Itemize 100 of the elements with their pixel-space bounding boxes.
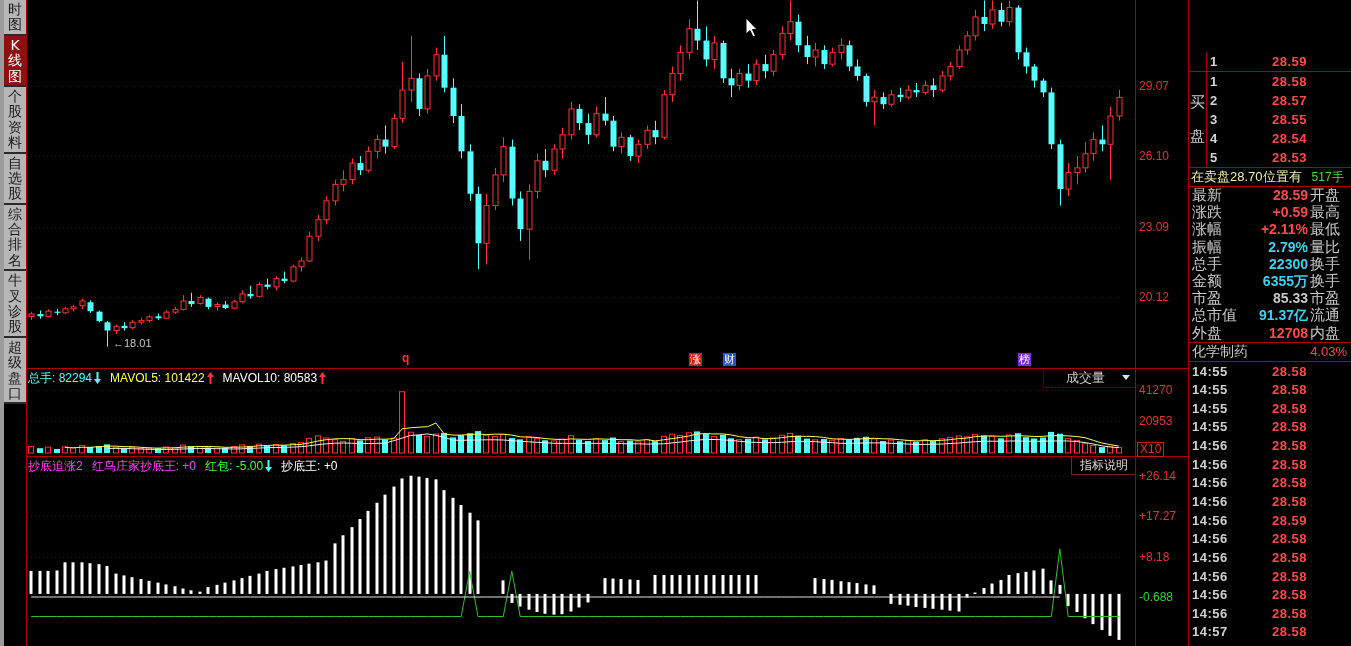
stat-label: 最高	[1309, 204, 1341, 222]
legend-value: 抄底王: +0	[281, 459, 338, 473]
sidebar-tab[interactable]: 自选股	[4, 153, 26, 205]
candlestick	[694, 0, 701, 51]
event-badge: 榜	[1018, 353, 1031, 366]
bar	[982, 588, 986, 594]
bar	[897, 441, 903, 453]
bar	[433, 433, 439, 454]
stat-label: 流通	[1309, 307, 1341, 325]
bar	[1065, 438, 1071, 454]
bar	[55, 570, 59, 594]
bar	[603, 578, 607, 594]
candlestick	[1023, 47, 1030, 75]
candlestick	[736, 68, 743, 91]
indicator-dropdown[interactable]: 成交量	[1043, 369, 1135, 388]
bar	[847, 582, 851, 594]
stat-value: 28.59	[1272, 187, 1308, 205]
bar	[79, 445, 85, 454]
bar	[38, 570, 42, 594]
bar	[1117, 593, 1121, 640]
bar	[28, 445, 34, 454]
bar	[306, 437, 312, 454]
trade-time: 14:56	[1192, 512, 1229, 528]
candlestick	[652, 120, 659, 145]
candlestick	[104, 320, 111, 348]
sidebar-tab[interactable]: 超级盘口	[4, 337, 26, 405]
sidebar-tab[interactable]: 时图	[4, 0, 26, 36]
bar	[383, 494, 387, 594]
stat-label: 换手	[1309, 255, 1341, 273]
candlestick	[357, 155, 364, 176]
bar	[1007, 574, 1011, 594]
trade-time: 14:56	[1192, 438, 1229, 454]
sidebar-tab[interactable]: K线图	[4, 35, 26, 87]
bar	[998, 438, 1004, 453]
bar	[29, 570, 33, 594]
event-badge: 财	[723, 353, 736, 366]
event-badge: 涨	[689, 353, 702, 366]
bar	[46, 570, 50, 594]
trade-price: 28.59	[1271, 512, 1307, 528]
bar	[517, 439, 523, 453]
order-notice: 在卖盘28.70位置有	[1191, 168, 1302, 186]
sidebar-tab[interactable]: 个股资料	[4, 86, 26, 154]
caret-icon	[1122, 375, 1130, 380]
bar	[63, 562, 67, 594]
candlestick	[1065, 162, 1072, 197]
candlestick	[618, 131, 625, 155]
candlestick	[998, 2, 1005, 27]
bar	[350, 527, 354, 594]
bar	[872, 585, 876, 594]
bar	[787, 432, 793, 454]
stat-label: 外盘	[1192, 324, 1223, 342]
bar	[483, 434, 489, 454]
trade-price: 28.58	[1271, 438, 1307, 454]
bar	[138, 448, 144, 454]
bar	[930, 440, 936, 453]
bar	[349, 438, 355, 454]
trade-time: 14:56	[1192, 494, 1229, 509]
candlestick	[762, 54, 769, 79]
candlestick	[770, 49, 777, 77]
order-price: 28.57	[1271, 93, 1307, 108]
bar	[298, 442, 304, 454]
bar	[340, 440, 346, 454]
stat-label: 换手	[1309, 273, 1341, 291]
stat-value: 6355万	[1262, 273, 1308, 291]
bar	[839, 581, 843, 594]
indicator-help-button[interactable]: 指标说明	[1071, 457, 1135, 475]
order-price: 28.55	[1271, 112, 1307, 127]
bar	[1006, 434, 1012, 454]
bar	[1075, 593, 1079, 612]
bar	[129, 446, 135, 454]
bar	[248, 575, 252, 594]
bar	[189, 590, 193, 594]
trade-price: 28.58	[1271, 419, 1307, 435]
bar	[323, 437, 329, 454]
trade-time: 14:56	[1192, 549, 1229, 565]
candlestick	[686, 18, 693, 60]
bar	[374, 436, 380, 454]
bar	[416, 434, 422, 453]
bar	[130, 577, 134, 594]
bar	[653, 574, 657, 594]
trade-time: 14:55	[1192, 400, 1229, 416]
bar	[409, 475, 413, 594]
stat-label: 最新	[1192, 187, 1223, 205]
candlestick	[635, 139, 642, 164]
candlestick	[846, 40, 853, 72]
bar	[332, 439, 338, 454]
sidebar-tab[interactable]: 综合排名	[4, 204, 26, 272]
bar	[357, 440, 363, 453]
bar	[695, 574, 699, 594]
bar	[114, 573, 118, 594]
trade-time: 14:57	[1192, 624, 1229, 640]
volume-axis-label: 20953	[1139, 413, 1173, 428]
bar	[197, 446, 203, 454]
bar	[156, 582, 160, 594]
bar	[365, 437, 371, 454]
bar	[122, 575, 126, 594]
indicator-name: 抄底追涨2	[28, 459, 83, 473]
bar	[746, 574, 750, 594]
sidebar-tab[interactable]: 牛叉诊股	[4, 271, 26, 338]
bar	[509, 438, 515, 453]
